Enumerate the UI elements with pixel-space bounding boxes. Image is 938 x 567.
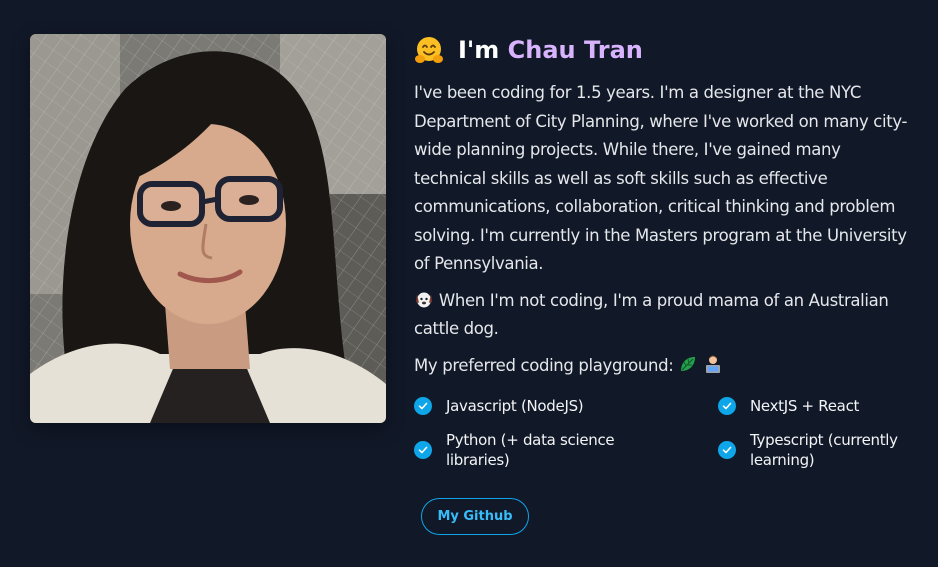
github-button[interactable]: My Github [421, 498, 529, 535]
skill-label: Typescript (currently learning) [750, 431, 898, 469]
technologist-emoji-icon [703, 354, 723, 374]
page-title: I'm Chau Tran [414, 34, 914, 66]
hugging-face-emoji-icon [414, 35, 444, 65]
skill-item: NextJS + React [718, 396, 938, 416]
profile-photo [30, 34, 386, 423]
bio-column: I'm Chau Tran I've been coding for 1.5 y… [414, 34, 914, 388]
bio-paragraph-3-text: My preferred coding playground: [414, 355, 674, 375]
skill-item: Typescript (currently learning) [718, 430, 938, 470]
skill-item: Javascript (NodeJS) [414, 396, 636, 416]
portrait-illustration [30, 34, 386, 423]
skill-label: Python (+ data science libraries) [446, 431, 615, 469]
skill-item: Python (+ data science libraries) [414, 430, 636, 470]
check-circle-icon [718, 397, 736, 415]
bio-paragraph-3: My preferred coding playground: [414, 352, 914, 381]
bio-paragraph-1: I've been coding for 1.5 years. I'm a de… [414, 83, 908, 273]
title-greeting: I'm [458, 36, 500, 64]
about-section: I'm Chau Tran I've been coding for 1.5 y… [0, 0, 938, 567]
skill-label: NextJS + React [750, 397, 860, 415]
bio-text: I've been coding for 1.5 years. I'm a de… [414, 79, 914, 380]
leafy-green-emoji-icon [678, 354, 698, 374]
check-circle-icon [414, 397, 432, 415]
bio-paragraph-2-text: When I'm not coding, I'm a proud mama of… [414, 290, 889, 339]
title-name: Chau Tran [507, 36, 643, 64]
skill-label: Javascript (NodeJS) [446, 397, 584, 415]
skills-list: Javascript (NodeJS) NextJS + React Pytho… [414, 395, 914, 475]
check-circle-icon [414, 441, 432, 459]
dog-face-emoji-icon [414, 289, 434, 309]
check-circle-icon [718, 441, 736, 459]
bio-paragraph-2: When I'm not coding, I'm a proud mama of… [414, 287, 914, 344]
